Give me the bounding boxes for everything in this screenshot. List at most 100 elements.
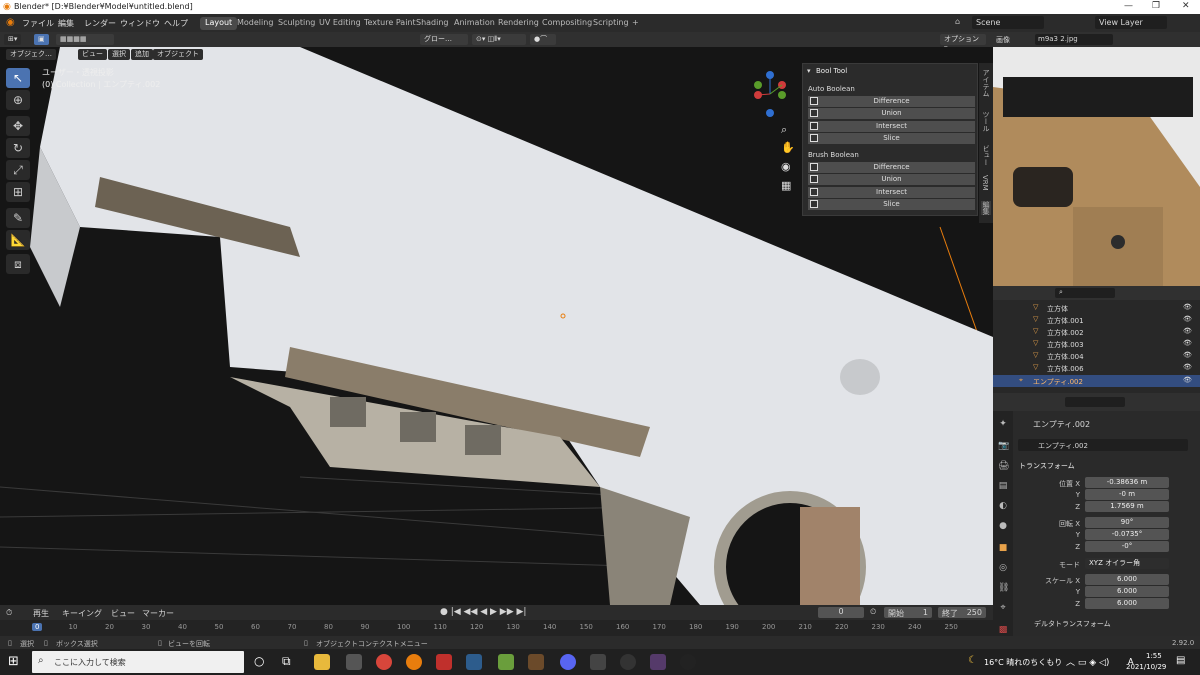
blender-taskbar-icon[interactable] bbox=[406, 654, 422, 670]
auto-intersect-button[interactable]: Intersect bbox=[808, 121, 975, 132]
rotation-y-field[interactable]: -0.0735° bbox=[1085, 529, 1169, 540]
playback-menu[interactable]: 再生 bbox=[33, 608, 49, 619]
eye-icon[interactable]: 👁 bbox=[1183, 315, 1192, 323]
app-face-icon[interactable] bbox=[680, 654, 696, 670]
maximize-button[interactable]: ❐ bbox=[1152, 1, 1160, 11]
outliner-row-selected[interactable]: ⌖ エンプティ.002 👁 bbox=[993, 375, 1200, 387]
scale-z-field[interactable]: 6.000 bbox=[1085, 598, 1169, 609]
auto-difference-button[interactable]: Difference bbox=[808, 96, 975, 107]
windows-start-icon[interactable]: ⊞ bbox=[8, 654, 19, 669]
blender-menu-icon[interactable]: ◉ bbox=[6, 17, 15, 28]
tab-shading[interactable]: Shading bbox=[411, 17, 454, 30]
select-tool-icon[interactable]: ↖ bbox=[6, 68, 30, 88]
app-block-icon[interactable] bbox=[528, 654, 544, 670]
transform-section-header[interactable]: トランスフォーム bbox=[1019, 461, 1075, 471]
clock-time[interactable]: 1:55 bbox=[1146, 652, 1162, 660]
add-cube-tool-icon[interactable]: ⧈ bbox=[6, 254, 30, 274]
tab-edit[interactable]: 編集 bbox=[981, 201, 991, 215]
auto-union-button[interactable]: Union bbox=[808, 108, 975, 119]
eye-icon[interactable]: 👁 bbox=[1183, 339, 1192, 347]
menu-help[interactable]: ヘルプ bbox=[164, 18, 188, 29]
scale-y-field[interactable]: 6.000 bbox=[1085, 586, 1169, 597]
view-menu[interactable]: ビュー bbox=[111, 608, 135, 619]
app-yu-icon[interactable] bbox=[620, 654, 636, 670]
scale-x-field[interactable]: 6.000 bbox=[1085, 574, 1169, 585]
pivot-snap-buttons[interactable]: ⊙▾ ◫⦀▾ bbox=[472, 34, 526, 45]
options-dropdown[interactable]: オプション▾ bbox=[940, 34, 986, 52]
scale-tool-icon[interactable]: ⤢ bbox=[6, 160, 30, 180]
image-editor[interactable] bbox=[993, 47, 1200, 286]
menu-window[interactable]: ウィンドウ bbox=[120, 18, 160, 29]
outliner-row[interactable]: ▽ 立方体.002 👁 bbox=[993, 326, 1200, 338]
eye-icon[interactable]: 👁 bbox=[1183, 327, 1192, 335]
menu-view[interactable]: ビュー bbox=[78, 49, 107, 60]
delta-transform-section[interactable]: デルタトランスフォーム bbox=[1034, 619, 1111, 629]
task-view-icon[interactable]: ⧉ bbox=[282, 654, 291, 669]
settings-icon[interactable] bbox=[346, 654, 362, 670]
annotate-tool-icon[interactable]: ✎ bbox=[6, 208, 30, 228]
close-button[interactable]: ✕ bbox=[1182, 1, 1190, 11]
tray-icons[interactable]: ︿ ▭ ◈ ◁) bbox=[1066, 655, 1109, 668]
image-file-field[interactable]: m9a3 2.jpg bbox=[1035, 34, 1113, 45]
scene-icon[interactable]: ◐ bbox=[998, 501, 1008, 511]
menu-render[interactable]: レンダー bbox=[84, 18, 116, 29]
eye-icon[interactable]: 👁 bbox=[1183, 351, 1192, 359]
collapse-arrow-icon[interactable]: ▾ bbox=[807, 67, 811, 75]
render-icon[interactable]: 📷 bbox=[998, 441, 1009, 451]
select-box-options[interactable]: ▦▦▦▦ bbox=[56, 34, 114, 45]
clock-icon[interactable]: ⏱ bbox=[6, 608, 12, 618]
proportional-edit-button[interactable]: ●⌒ bbox=[530, 34, 556, 45]
cursor-tool-icon[interactable]: ⊕ bbox=[6, 90, 30, 110]
output-icon[interactable]: 🖨 bbox=[998, 461, 1009, 471]
app-a-icon[interactable] bbox=[436, 654, 452, 670]
ortho-grid-icon[interactable]: ▦ bbox=[781, 179, 791, 192]
notification-icon[interactable]: ▤ bbox=[1176, 655, 1185, 666]
brush-union-button[interactable]: Union bbox=[808, 174, 975, 185]
object-name-field[interactable]: エンプティ.002 bbox=[1033, 419, 1090, 430]
select-mode-button[interactable]: ▣ bbox=[34, 34, 49, 45]
stopwatch-icon[interactable]: ⏲ bbox=[870, 607, 876, 617]
menu-select[interactable]: 選択 bbox=[108, 49, 130, 60]
outliner-row[interactable]: ▽ 立方体.006 👁 bbox=[993, 362, 1200, 374]
tab-modeling[interactable]: Modeling bbox=[232, 17, 278, 30]
minecraft-icon[interactable] bbox=[498, 654, 514, 670]
discord-icon[interactable] bbox=[560, 654, 576, 670]
chrome-icon[interactable] bbox=[376, 654, 392, 670]
scene-icon[interactable]: ⌂ bbox=[955, 17, 960, 26]
outliner-row[interactable]: ▽ 立方体.001 👁 bbox=[993, 314, 1200, 326]
cortana-icon[interactable]: ○ bbox=[254, 654, 264, 668]
tab-item[interactable]: アイテム bbox=[981, 69, 991, 97]
object-data-field[interactable]: エンプティ.002 bbox=[1018, 439, 1188, 451]
eye-icon[interactable]: 👁 bbox=[1183, 376, 1192, 384]
taskbar-search-input[interactable]: ⌕ ここに入力して検索 bbox=[32, 651, 244, 673]
measure-tool-icon[interactable]: 📐 bbox=[6, 230, 30, 250]
move-tool-icon[interactable]: ✥ bbox=[6, 116, 30, 136]
minimize-button[interactable]: — bbox=[1124, 1, 1133, 11]
brush-intersect-button[interactable]: Intersect bbox=[808, 187, 975, 198]
eye-icon[interactable]: 👁 bbox=[1183, 363, 1192, 371]
menu-edit[interactable]: 編集 bbox=[58, 18, 74, 29]
brush-slice-button[interactable]: Slice bbox=[808, 199, 975, 210]
orientation-dropdown[interactable]: グロー… bbox=[420, 34, 468, 45]
world-icon[interactable]: ● bbox=[998, 521, 1008, 531]
outliner-row[interactable]: ▽ 立方体.004 👁 bbox=[993, 350, 1200, 362]
outliner-search-input[interactable] bbox=[1055, 288, 1115, 298]
location-y-field[interactable]: -0 m bbox=[1085, 489, 1169, 500]
end-frame-field[interactable]: 終了 250 bbox=[938, 607, 986, 618]
add-workspace-button[interactable]: + bbox=[627, 17, 644, 30]
start-frame-field[interactable]: 開始 1 bbox=[884, 607, 932, 618]
tab-uv-editing[interactable]: UV Editing bbox=[314, 17, 366, 30]
app-phone-icon[interactable] bbox=[590, 654, 606, 670]
zoom-icon[interactable]: ⌕ bbox=[781, 123, 787, 137]
object-icon[interactable]: ■ bbox=[998, 543, 1008, 553]
tab-tool[interactable]: ツール bbox=[981, 111, 991, 132]
brush-difference-button[interactable]: Difference bbox=[808, 162, 975, 173]
constraints-icon[interactable]: ⛓ bbox=[998, 583, 1009, 593]
playback-controls[interactable]: ● |◀ ◀◀ ◀ ▶ ▶▶ ▶| bbox=[440, 607, 526, 617]
object-data-icon[interactable]: ⌖ bbox=[998, 603, 1008, 613]
camera-icon[interactable]: ◉ bbox=[781, 160, 791, 173]
file-explorer-icon[interactable] bbox=[314, 654, 330, 670]
location-z-field[interactable]: 1.7569 m bbox=[1085, 501, 1169, 512]
texture-icon[interactable]: ▩ bbox=[998, 625, 1008, 635]
scene-field[interactable]: Scene bbox=[972, 16, 1044, 29]
